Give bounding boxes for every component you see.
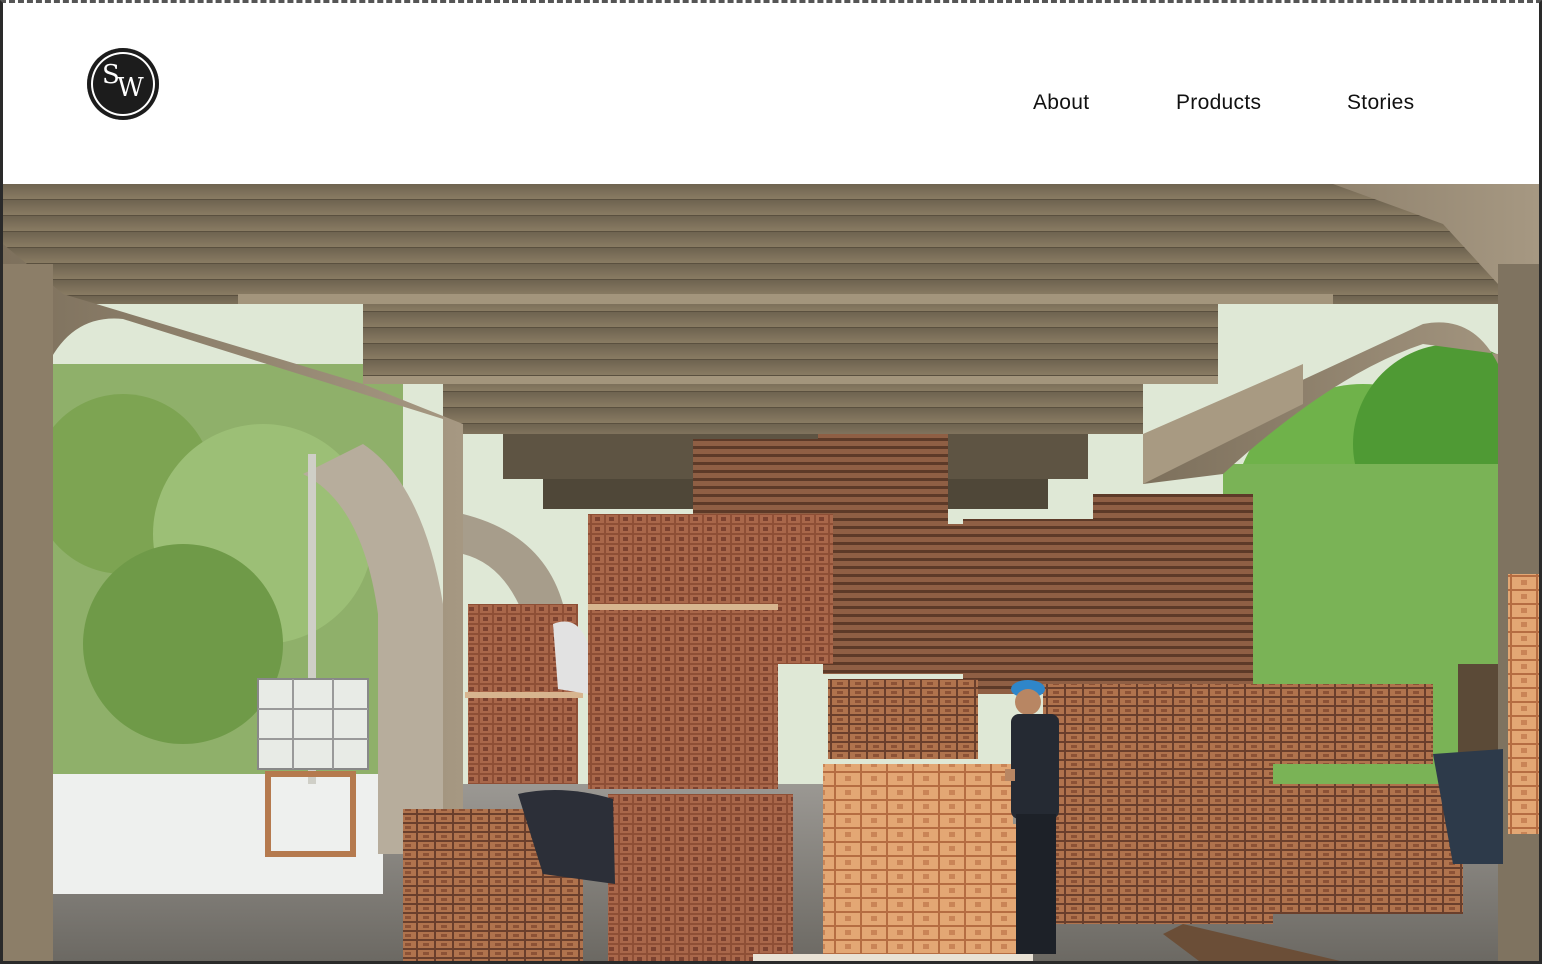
nav-link-about[interactable]: About [1033,91,1089,115]
hero-image [3,184,1539,961]
hero-illustration [3,184,1539,961]
nav-link-stories[interactable]: Stories [1347,91,1414,115]
main-nav: About Products Stories [3,91,1539,121]
site-header: S W About Products Stories [3,3,1539,184]
nav-link-products[interactable]: Products [1176,91,1261,115]
page-frame: S W About Products Stories [0,0,1542,964]
